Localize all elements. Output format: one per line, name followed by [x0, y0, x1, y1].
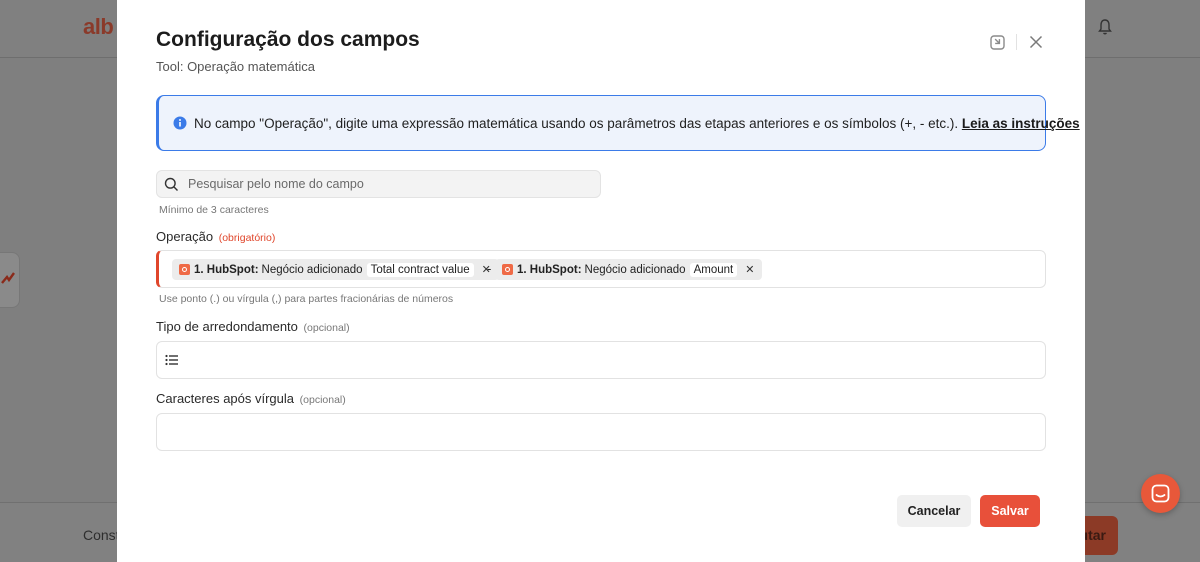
- import-icon[interactable]: [989, 33, 1007, 51]
- token-step: 1. HubSpot:: [194, 263, 259, 276]
- operation-label: Operação (obrigatório): [156, 229, 275, 244]
- search-icon: [164, 177, 178, 191]
- rounding-label: Tipo de arredondamento (opcional): [156, 319, 350, 334]
- token-param: Total contract value: [366, 262, 474, 277]
- rounding-select[interactable]: [156, 341, 1046, 379]
- token-param: Amount: [689, 262, 738, 277]
- field-search: [156, 170, 601, 198]
- modal-title: Configuração dos campos: [156, 28, 420, 51]
- remove-token-icon[interactable]: ✕: [745, 263, 754, 276]
- decimals-label: Caracteres após vírgula (opcional): [156, 391, 346, 406]
- hubspot-icon: [179, 264, 190, 275]
- app-logo: alb: [83, 14, 114, 39]
- list-icon: [165, 354, 178, 366]
- modal-subtitle: Tool: Operação matemática: [156, 59, 315, 74]
- search-input[interactable]: [188, 171, 593, 197]
- optional-tag: (opcional): [303, 322, 350, 334]
- info-banner: No campo "Operação", digite uma expressã…: [156, 95, 1080, 151]
- operation-label-text: Operação: [156, 229, 214, 244]
- operator: -: [487, 261, 492, 276]
- cancel-button[interactable]: Cancelar: [897, 495, 971, 527]
- optional-tag: (opcional): [299, 394, 346, 406]
- instructions-link[interactable]: Leia as instruções: [962, 116, 1080, 131]
- required-tag: (obrigatório): [218, 232, 276, 244]
- info-message: No campo "Operação", digite uma expressã…: [194, 116, 962, 131]
- close-icon[interactable]: [1027, 33, 1045, 51]
- token-chip[interactable]: 1. HubSpot: Negócio adicionado Total con…: [172, 259, 499, 280]
- footer-text: Const: [83, 527, 120, 543]
- decimals-input[interactable]: [156, 413, 1046, 451]
- token-chip[interactable]: 1. HubSpot: Negócio adicionado Amount ✕: [495, 259, 763, 280]
- search-hint: Mínimo de 3 caracteres: [159, 204, 269, 216]
- token-event: Negócio adicionado: [584, 263, 686, 276]
- info-text: No campo "Operação", digite uma expressã…: [194, 116, 1080, 131]
- rounding-label-text: Tipo de arredondamento: [156, 319, 298, 334]
- operation-hint: Use ponto (.) ou vírgula (,) para partes…: [159, 293, 454, 305]
- token-step: 1. HubSpot:: [517, 263, 582, 276]
- decimals-label-text: Caracteres após vírgula: [156, 391, 295, 406]
- operation-field[interactable]: 1. HubSpot: Negócio adicionado Total con…: [156, 250, 1046, 288]
- chat-button[interactable]: [1141, 474, 1180, 513]
- info-icon: [173, 116, 187, 130]
- token-event: Negócio adicionado: [261, 263, 363, 276]
- field-config-modal: Configuração dos campos Tool: Operação m…: [117, 0, 1085, 562]
- trend-icon: [1, 272, 15, 284]
- bell-icon[interactable]: [1097, 18, 1113, 36]
- header-separator: [1016, 34, 1017, 50]
- save-button[interactable]: Salvar: [980, 495, 1040, 527]
- chat-icon: [1151, 484, 1170, 503]
- hubspot-icon: [502, 264, 513, 275]
- side-panel-tab[interactable]: [0, 252, 20, 308]
